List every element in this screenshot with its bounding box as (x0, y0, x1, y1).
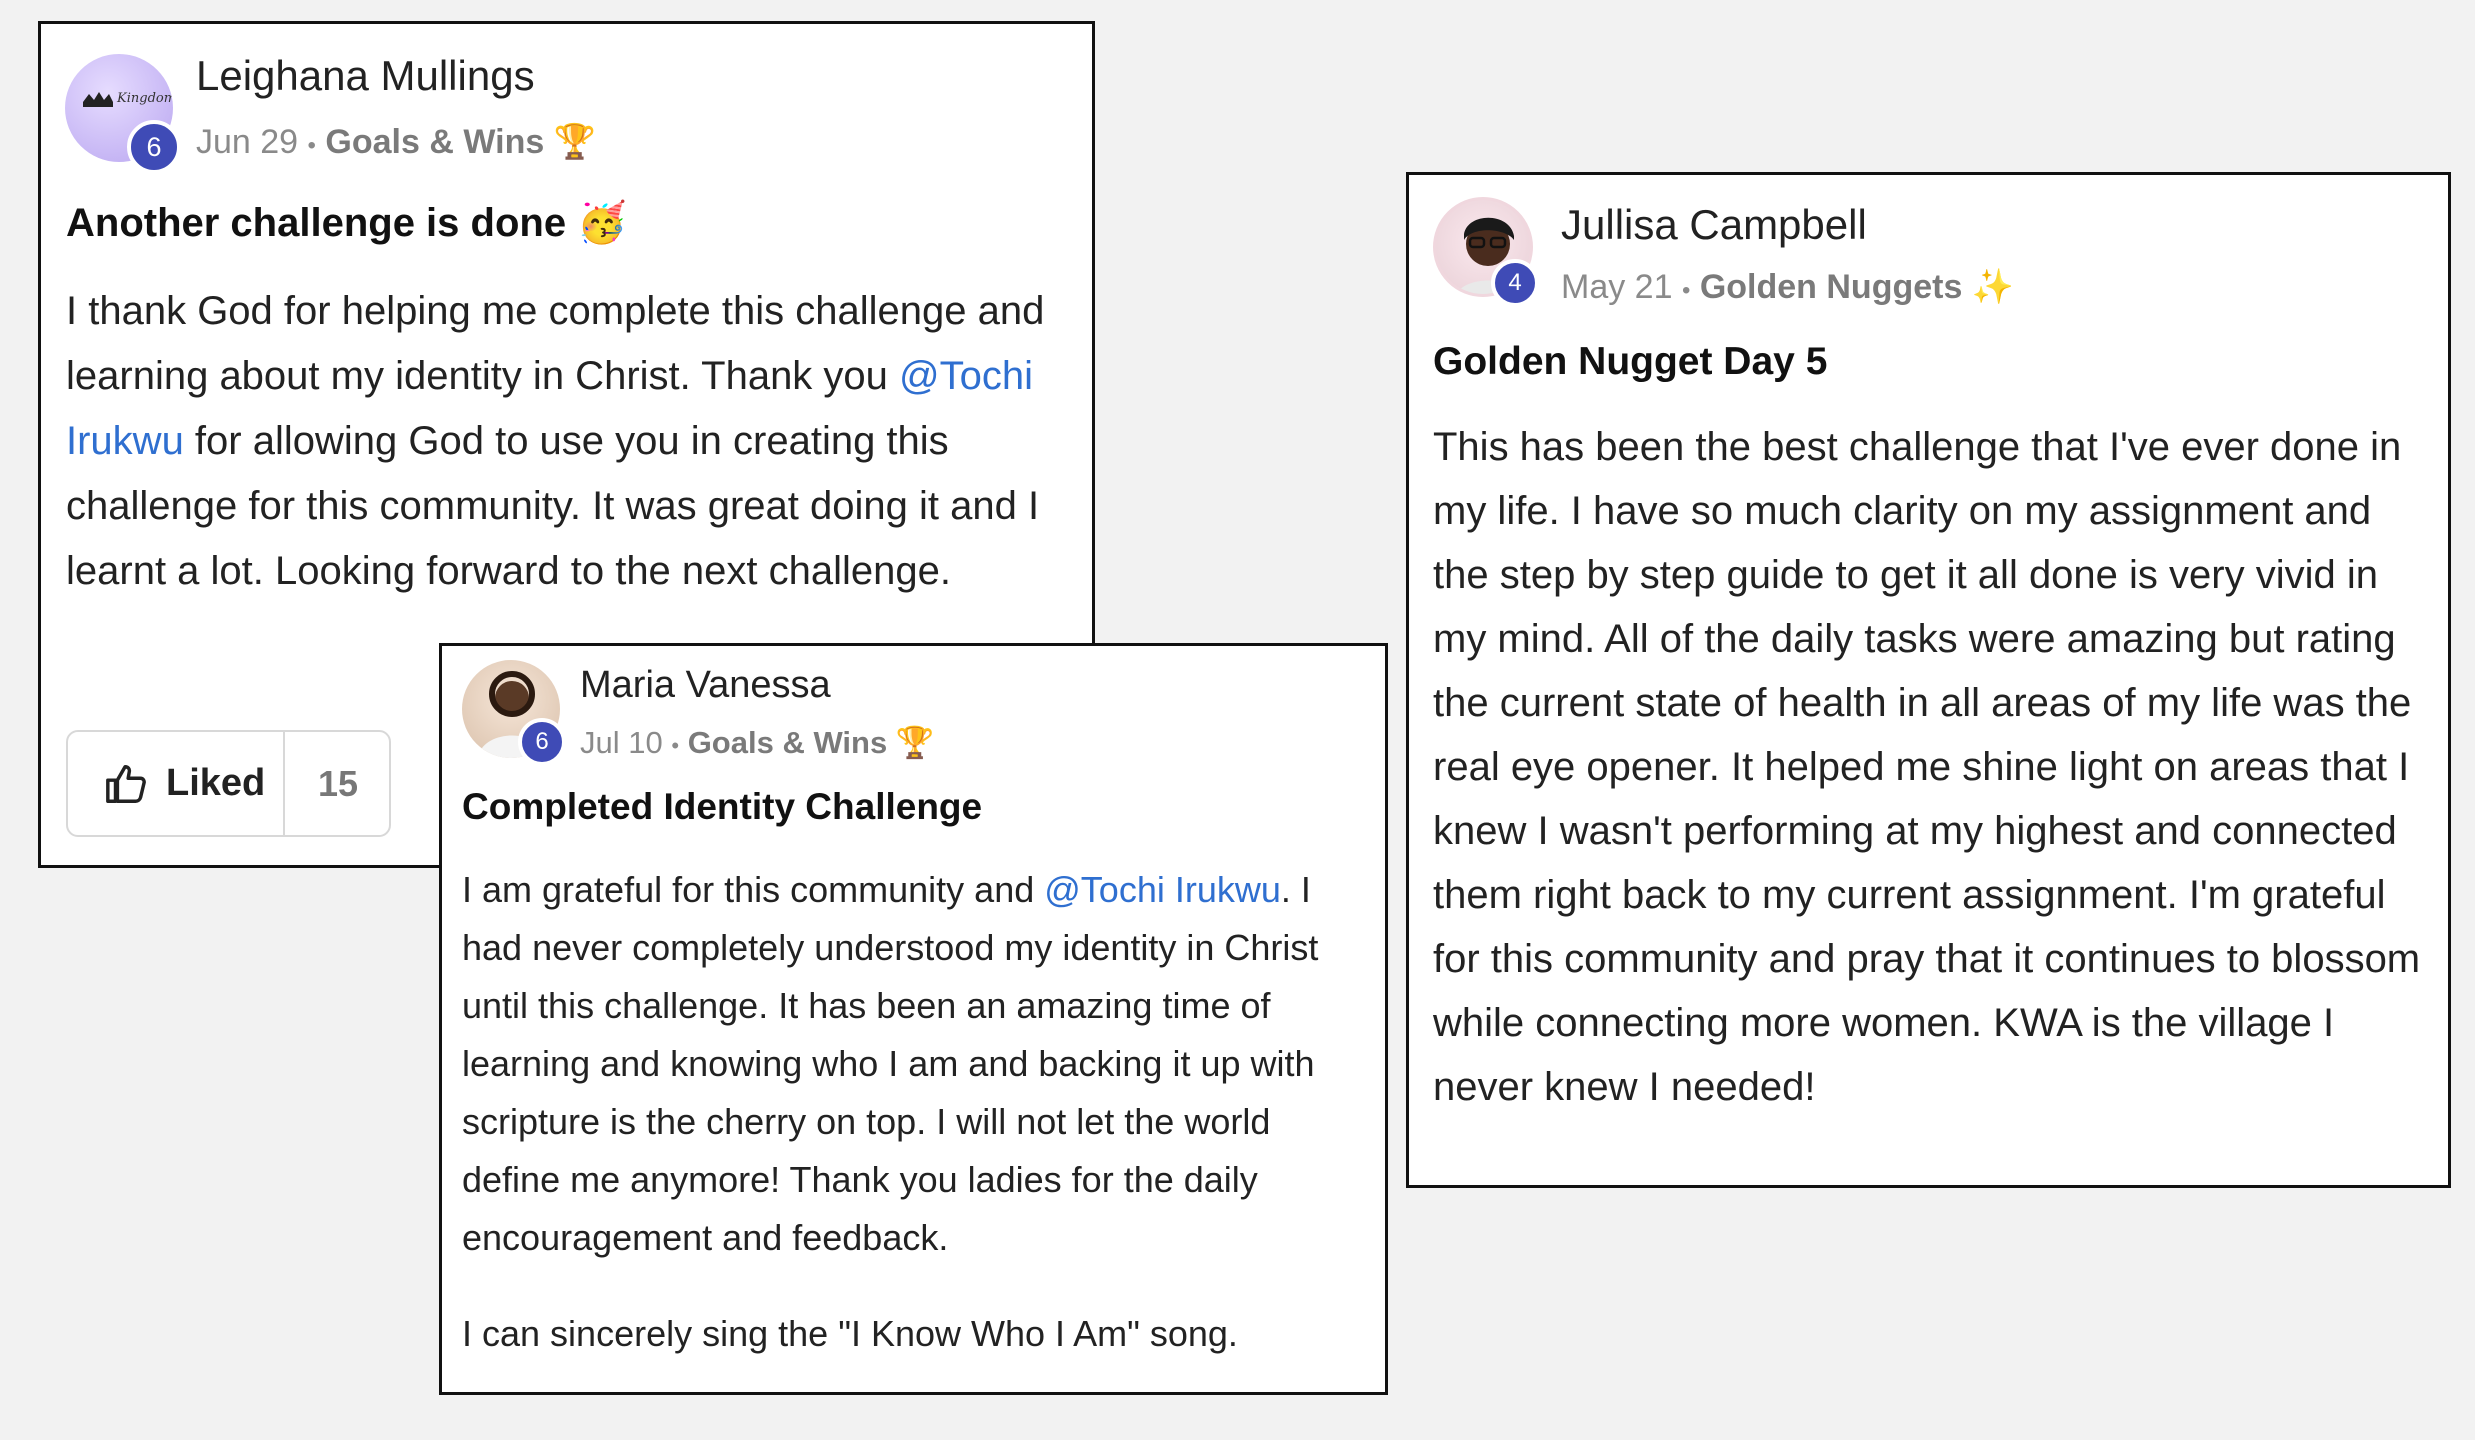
post-date[interactable]: Jul 10 (580, 725, 663, 760)
author-name[interactable]: Leighana Mullings (196, 52, 535, 100)
party-face-icon: 🥳 (577, 201, 628, 245)
post-body: This has been the best challenge that I'… (1433, 425, 2421, 1109)
logo-text: Kingdom M (116, 91, 173, 106)
post-title[interactable]: Golden Nugget Day 5 (1433, 340, 1827, 384)
body-text: I am grateful for this community and (462, 869, 1045, 910)
meta-separator: • (1681, 277, 1691, 304)
body-paragraph: I can sincerely sing the "I Know Who I A… (462, 1313, 1238, 1354)
like-label: Liked (166, 762, 266, 804)
like-control: Liked 15 (66, 730, 391, 837)
trophy-icon: 🏆 (553, 123, 597, 161)
category-link[interactable]: Golden Nuggets (1700, 268, 1963, 306)
body-paragraph: I am grateful for this community and @To… (462, 861, 1374, 1267)
post-card-jullisa: 4 Jullisa Campbell May 21 • Golden Nugge… (1406, 172, 2451, 1188)
body-text: . I had never completely understood my i… (462, 869, 1319, 1258)
post-title[interactable]: Another challenge is done 🥳 (66, 199, 627, 246)
author-name[interactable]: Jullisa Campbell (1561, 201, 1867, 249)
like-count[interactable]: 15 (285, 732, 391, 835)
category-link[interactable]: Goals & Wins (688, 725, 888, 760)
body-text: I thank God for helping me complete this… (66, 289, 1045, 398)
level-badge: 6 (518, 718, 566, 766)
post-card-maria: 6 Maria Vanessa Jul 10 • Goals & Wins 🏆 … (439, 643, 1388, 1395)
post-meta: Jun 29 • Goals & Wins 🏆 (196, 122, 596, 162)
post-title-text: Another challenge is done (66, 201, 567, 245)
category-link[interactable]: Goals & Wins (325, 123, 544, 161)
thumbs-up-icon (106, 764, 146, 803)
post-date[interactable]: Jun 29 (196, 123, 298, 161)
trophy-icon: 🏆 (895, 725, 935, 760)
post-body: I thank God for helping me complete this… (66, 279, 1076, 604)
body-text: for allowing God to use you in creating … (66, 419, 1040, 593)
post-date[interactable]: May 21 (1561, 268, 1673, 306)
post-meta: May 21 • Golden Nuggets ✨ (1561, 267, 2014, 307)
author-name[interactable]: Maria Vanessa (580, 664, 831, 707)
avatar[interactable]: 6 (462, 660, 566, 766)
avatar[interactable]: 4 (1433, 197, 1539, 307)
mention-link[interactable]: @Tochi Irukwu (1044, 869, 1281, 910)
post-meta: Jul 10 • Goals & Wins 🏆 (580, 724, 934, 761)
post-body: I am grateful for this community and @To… (462, 861, 1374, 1363)
meta-separator: • (671, 733, 680, 758)
level-badge: 6 (127, 120, 181, 174)
avatar[interactable]: Kingdom M 6 (65, 54, 181, 174)
like-button[interactable]: Liked (68, 732, 283, 835)
post-title[interactable]: Completed Identity Challenge (462, 786, 982, 828)
level-badge: 4 (1491, 259, 1539, 307)
meta-separator: • (307, 132, 316, 159)
sparkles-icon: ✨ (1971, 268, 2015, 306)
